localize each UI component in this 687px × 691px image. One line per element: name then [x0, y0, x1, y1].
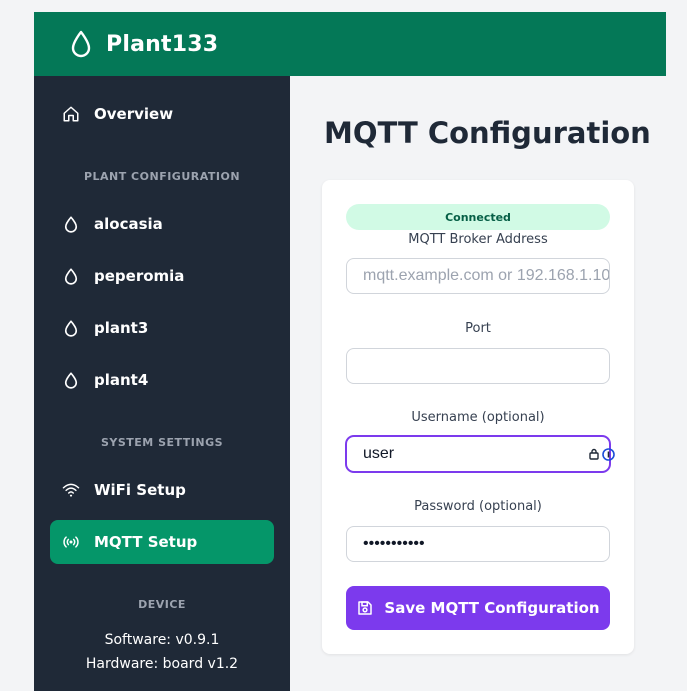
sidebar-item-label: MQTT Setup [94, 533, 198, 551]
username-input[interactable] [346, 436, 610, 472]
water-drop-icon [64, 216, 78, 233]
section-plant-configuration: PLANT CONFIGURATION [83, 170, 241, 183]
hardware-version: Hardware: board v1.2 [85, 656, 239, 672]
sidebar-item-plant-1[interactable]: alocasia [50, 202, 274, 246]
mqtt-config-card: Connected MQTT Broker Address Port Usern… [322, 180, 634, 654]
section-system-settings: SYSTEM SETTINGS [100, 436, 224, 449]
water-drop-icon [64, 320, 78, 337]
sidebar-item-wifi-setup[interactable]: WiFi Setup [50, 468, 274, 512]
sidebar-item-plant-2[interactable]: peperomia [50, 254, 274, 298]
broker-address-label: MQTT Broker Address [408, 232, 548, 247]
save-mqtt-button[interactable]: Save MQTT Configuration [346, 586, 610, 630]
password-manager-icon[interactable] [588, 447, 616, 461]
broker-address-input[interactable] [346, 258, 610, 294]
app-title: Plant133 [106, 31, 219, 57]
password-label: Password (optional) [414, 499, 542, 514]
status-badge: Connected [346, 204, 610, 230]
sidebar-item-mqtt-setup[interactable]: MQTT Setup [50, 520, 274, 564]
sidebar-item-label: WiFi Setup [94, 481, 186, 499]
sidebar: Overview PLANT CONFIGURATION alocasia pe… [34, 76, 290, 691]
sidebar-item-label: alocasia [94, 215, 163, 233]
software-version: Software: v0.9.1 [104, 632, 220, 648]
sidebar-item-plant-4[interactable]: plant4 [50, 358, 274, 402]
lock-icon [589, 448, 599, 460]
save-button-label: Save MQTT Configuration [384, 599, 600, 617]
port-label: Port [465, 321, 491, 336]
section-device: DEVICE [138, 598, 186, 611]
sidebar-item-plant-3[interactable]: plant3 [50, 306, 274, 350]
broadcast-icon [63, 536, 79, 548]
sidebar-item-label: peperomia [94, 267, 185, 285]
page-title: MQTT Configuration [324, 116, 651, 150]
top-bar: Plant133 [34, 12, 666, 76]
port-input[interactable] [346, 348, 610, 384]
password-input[interactable] [346, 526, 610, 562]
info-icon [602, 447, 615, 461]
sidebar-item-label: Overview [94, 105, 174, 123]
home-icon [63, 106, 79, 122]
water-drop-icon [71, 30, 91, 58]
water-drop-icon [64, 372, 78, 389]
main-content: MQTT Configuration Connected MQTT Broker… [290, 76, 666, 691]
save-icon [358, 601, 373, 615]
username-label: Username (optional) [411, 410, 545, 425]
water-drop-icon [64, 268, 78, 285]
sidebar-item-label: plant4 [94, 371, 149, 389]
username-field-wrapper [322, 436, 634, 472]
app-window: Plant133 Overview PLANT CONFIGURATION al… [34, 12, 666, 691]
sidebar-item-overview[interactable]: Overview [50, 92, 274, 136]
wifi-icon [62, 483, 80, 497]
sidebar-item-label: plant3 [94, 319, 149, 337]
